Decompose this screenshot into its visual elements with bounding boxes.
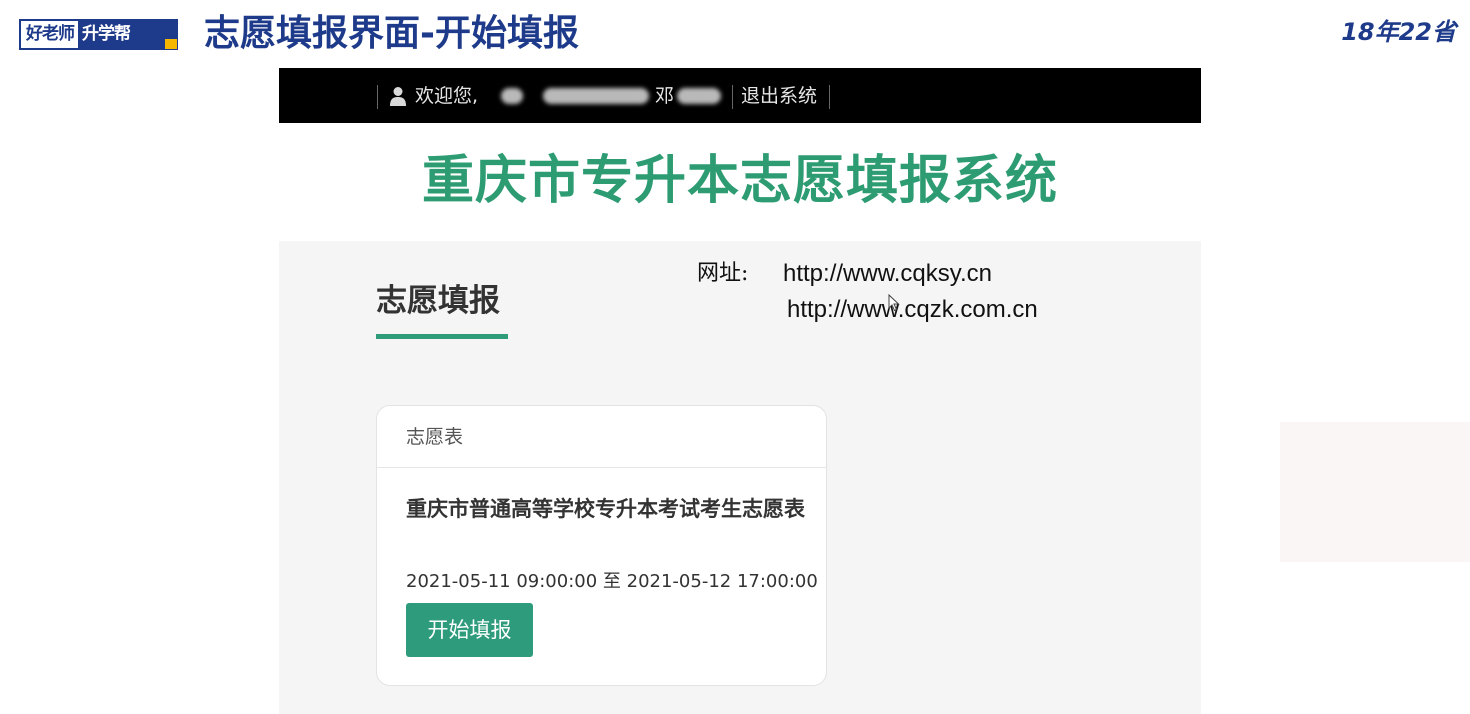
application-form-card: 志愿表 重庆市普通高等学校专升本考试考生志愿表 2021-05-11 09:00… [376, 405, 827, 686]
mouse-cursor-icon [888, 294, 900, 312]
redacted-username [677, 88, 721, 104]
corner-tag: 18年22省 [1341, 18, 1456, 46]
welcome-text: 欢迎您, [415, 85, 479, 107]
redacted-username [501, 88, 523, 104]
logo-text-right: 升学帮 [78, 21, 134, 48]
website-url: http://www.cqzk.com.cn [787, 296, 1038, 323]
start-filling-button[interactable]: 开始填报 [406, 603, 533, 657]
main-content: 志愿填报 网址: http://www.cqksy.cn http://www.… [279, 241, 1201, 714]
fill-period: 2021-05-11 09:00:00 至 2021-05-12 17:00:0… [406, 571, 818, 592]
divider [829, 85, 830, 109]
divider [732, 85, 733, 109]
logo-text-left: 好老师 [21, 21, 78, 48]
slide-title: 志愿填报界面-开始填报 [204, 13, 579, 54]
brand-logo: 好老师 升学帮 [19, 19, 178, 50]
form-title: 重庆市普通高等学校专升本考试考生志愿表 [406, 497, 805, 521]
section-underline [376, 334, 508, 339]
divider [377, 85, 378, 109]
card-header-label: 志愿表 [406, 426, 464, 448]
system-screenshot: 欢迎您, 邓 退出系统 重庆市专升本志愿填报系统 志愿填报 网址: http:/… [279, 68, 1201, 714]
redacted-username [543, 88, 649, 104]
section-title: 志愿填报 [376, 283, 500, 319]
system-title: 重庆市专升本志愿填报系统 [421, 151, 1058, 211]
website-label: 网址: [697, 261, 749, 286]
background-artifact [1280, 422, 1470, 562]
logout-link[interactable]: 退出系统 [741, 83, 817, 110]
top-bar: 欢迎您, 邓 退出系统 [279, 68, 1201, 123]
username-text: 邓 [655, 85, 675, 107]
logo-mark-icon [165, 39, 177, 49]
user-icon [390, 87, 406, 106]
card-header: 志愿表 [377, 406, 826, 468]
website-url: http://www.cqksy.cn [783, 260, 992, 287]
